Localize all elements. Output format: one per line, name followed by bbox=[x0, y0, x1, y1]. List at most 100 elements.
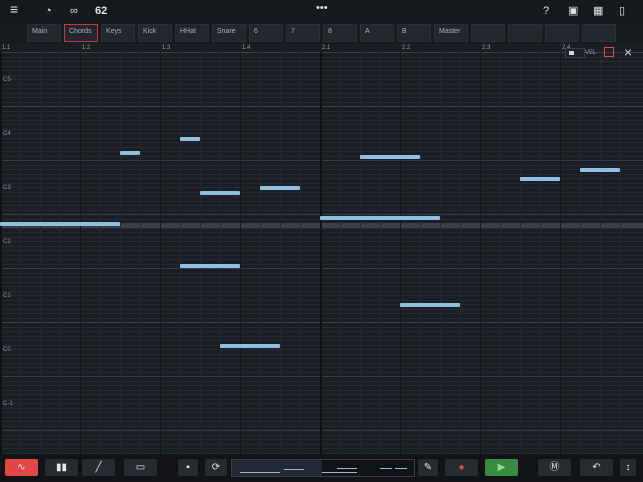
track-tab[interactable]: Kick bbox=[138, 24, 172, 42]
more-icon[interactable]: ••• bbox=[316, 1, 328, 15]
velocity-button[interactable]: ▮▮ bbox=[45, 459, 78, 476]
overview-note bbox=[322, 472, 357, 473]
grid-column-line bbox=[420, 52, 421, 454]
timeline-ruler[interactable]: 1.11.21.31.42.12.22.32.4 bbox=[0, 44, 643, 52]
grid-column-line bbox=[500, 52, 501, 454]
grid-column-line bbox=[60, 52, 61, 454]
velocity-label: VEL bbox=[585, 50, 597, 56]
track-tab-empty[interactable] bbox=[508, 24, 542, 42]
track-tab[interactable]: Keys bbox=[101, 24, 135, 42]
grid-column-line bbox=[140, 52, 141, 454]
grid-column-line bbox=[440, 52, 441, 454]
grid-column-line bbox=[540, 52, 541, 454]
paste-icon: ▪ bbox=[186, 461, 190, 473]
grid-column-line bbox=[360, 52, 361, 454]
track-tab[interactable]: 7 bbox=[286, 24, 320, 42]
note[interactable] bbox=[200, 191, 240, 195]
note[interactable] bbox=[360, 155, 420, 159]
tempo-display[interactable]: 62 bbox=[95, 4, 107, 18]
overview-note bbox=[284, 469, 304, 470]
ruler-label: 2.3 bbox=[482, 45, 491, 51]
track-selector: Main Chords Keys Kick HHat Snare 6 7 8 A B Master bbox=[0, 22, 643, 44]
grid-column-line bbox=[80, 52, 81, 454]
pattern-button[interactable]: ∿ bbox=[5, 459, 38, 476]
play-icon: ▶ bbox=[497, 461, 506, 473]
quantize-icon[interactable] bbox=[604, 47, 614, 57]
loop-icon: ⟳ bbox=[211, 461, 221, 473]
metronome-icon[interactable]: ◔ bbox=[45, 4, 52, 18]
ruler-label: 1.3 bbox=[162, 45, 171, 51]
grid-column-line bbox=[40, 52, 41, 454]
track-tab[interactable]: Master bbox=[434, 24, 468, 42]
track-tab-empty[interactable] bbox=[582, 24, 616, 42]
record-icon[interactable]: ▣ bbox=[568, 4, 578, 18]
octave-label: C0 bbox=[3, 347, 11, 353]
battery-icon: ▯ bbox=[619, 5, 626, 17]
metronome-button[interactable]: Ⓜ bbox=[538, 459, 571, 476]
velocity-icon bbox=[569, 51, 574, 55]
draw-button[interactable]: ╱ bbox=[82, 459, 115, 476]
select-button[interactable]: ▭ bbox=[124, 459, 157, 476]
edit-icon: ✎ bbox=[423, 461, 433, 473]
track-tab[interactable]: Chords bbox=[64, 24, 98, 42]
menu-icon[interactable]: ≡ bbox=[10, 2, 18, 16]
track-tab[interactable]: B bbox=[397, 24, 431, 42]
track-tab[interactable]: 6 bbox=[249, 24, 283, 42]
grid-column-line bbox=[160, 52, 161, 454]
loop-icon[interactable]: ∞ bbox=[70, 4, 78, 18]
piano-roll-grid[interactable]: C5 C4 C3 C2 C1 C0 C-1 bbox=[0, 52, 643, 454]
grid-column-line bbox=[0, 52, 2, 454]
grid-column-line bbox=[320, 52, 322, 454]
note[interactable] bbox=[580, 168, 620, 172]
note[interactable] bbox=[220, 344, 280, 348]
select-icon: ▭ bbox=[135, 461, 146, 473]
velocity-icon: ▮▮ bbox=[55, 461, 68, 473]
loop-button[interactable]: ⟳ bbox=[205, 459, 227, 476]
note[interactable] bbox=[180, 264, 240, 268]
note[interactable] bbox=[400, 303, 460, 307]
note[interactable] bbox=[120, 151, 140, 155]
grid-column-line bbox=[520, 52, 521, 454]
expand-button[interactable]: ↕ bbox=[620, 459, 636, 476]
record-icon: ● bbox=[458, 461, 465, 473]
track-tab-empty[interactable] bbox=[545, 24, 579, 42]
ruler-label: 1.4 bbox=[242, 45, 251, 51]
record-button[interactable]: ● bbox=[445, 459, 478, 476]
grid-column-line bbox=[20, 52, 21, 454]
track-tab-empty[interactable] bbox=[471, 24, 505, 42]
overview-viewport[interactable] bbox=[232, 460, 322, 476]
grid-column-line bbox=[460, 52, 461, 454]
track-tab[interactable]: 8 bbox=[323, 24, 357, 42]
paste-button[interactable]: ▪ bbox=[178, 459, 198, 476]
velocity-toggle[interactable] bbox=[565, 48, 585, 58]
close-icon[interactable]: × bbox=[624, 45, 632, 59]
ruler-label: 1.2 bbox=[82, 45, 91, 51]
grid-column-line bbox=[240, 52, 241, 454]
note[interactable] bbox=[0, 222, 120, 226]
grid-column-line bbox=[560, 52, 561, 454]
overview-note bbox=[240, 472, 280, 473]
play-button[interactable]: ▶ bbox=[485, 459, 518, 476]
metronome-icon: Ⓜ bbox=[549, 461, 560, 473]
grid-icon[interactable]: ▦ bbox=[593, 4, 603, 18]
draw-icon: ╱ bbox=[95, 461, 102, 473]
grid-column-line bbox=[220, 52, 221, 454]
grid-column-line bbox=[100, 52, 101, 454]
note[interactable] bbox=[260, 186, 300, 190]
track-tab[interactable]: Snare bbox=[212, 24, 246, 42]
undo-button[interactable]: ↶ bbox=[580, 459, 613, 476]
grid-column-line bbox=[600, 52, 601, 454]
track-tab[interactable]: A bbox=[360, 24, 394, 42]
track-tab[interactable]: HHat bbox=[175, 24, 209, 42]
ruler-label: 1.1 bbox=[2, 45, 11, 51]
overview-note bbox=[337, 468, 357, 469]
track-tab[interactable]: Main bbox=[27, 24, 61, 42]
ruler-label: 2.2 bbox=[402, 45, 411, 51]
grid-column-line bbox=[120, 52, 121, 454]
note[interactable] bbox=[520, 177, 560, 181]
edit-button[interactable]: ✎ bbox=[418, 459, 438, 476]
note[interactable] bbox=[320, 216, 440, 220]
help-icon[interactable]: ? bbox=[543, 4, 549, 18]
note[interactable] bbox=[180, 137, 200, 141]
pattern-overview[interactable] bbox=[231, 459, 415, 477]
